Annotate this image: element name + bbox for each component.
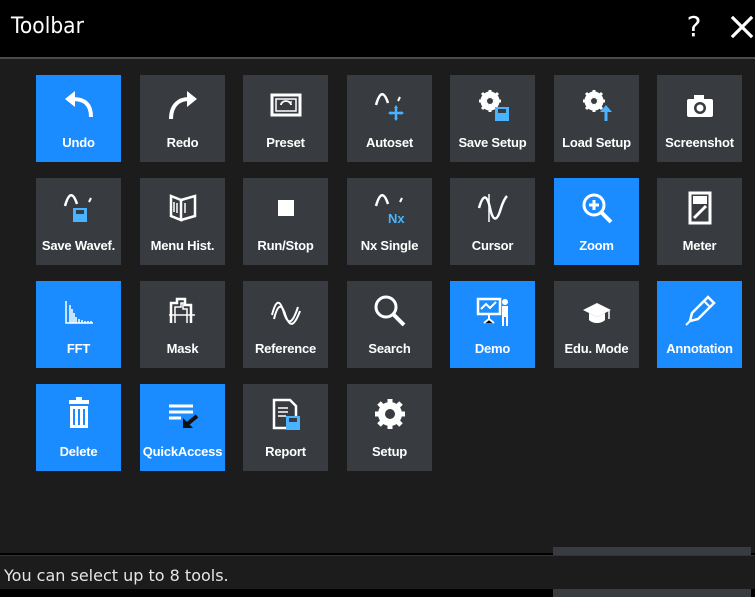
tool-load-setup-button[interactable]: Load Setup xyxy=(554,75,639,162)
title-bar: Toolbar ? xyxy=(0,0,755,59)
fft-icon xyxy=(36,281,121,337)
pencil-icon xyxy=(657,281,742,337)
tool-cursor-button[interactable]: Cursor xyxy=(450,178,535,265)
tool-label: Edu. Mode xyxy=(564,341,629,356)
preset-icon xyxy=(243,75,328,131)
tool-label: Annotation xyxy=(666,341,733,356)
tool-label: Redo xyxy=(166,135,199,150)
tool-undo-button[interactable]: Undo xyxy=(36,75,121,162)
tool-delete-button[interactable]: Delete xyxy=(36,384,121,471)
tool-fft-button[interactable]: FFT xyxy=(36,281,121,368)
stop-icon xyxy=(243,178,328,234)
tool-search-button[interactable]: Search xyxy=(347,281,432,368)
tool-mask-button[interactable]: Mask xyxy=(140,281,225,368)
tool-save-setup-button[interactable]: Save Setup xyxy=(450,75,535,162)
tool-label: Demo xyxy=(474,341,511,356)
tool-label: Menu Hist. xyxy=(150,238,215,253)
zoom-icon xyxy=(554,178,639,234)
redo-icon xyxy=(140,75,225,131)
tool-label: Cursor xyxy=(471,238,514,253)
tool-run-stop-button[interactable]: Run/Stop xyxy=(243,178,328,265)
tool-zoom-button[interactable]: Zoom xyxy=(554,178,639,265)
tool-label: Preset xyxy=(266,135,305,150)
tool-setup-button[interactable]: Setup xyxy=(347,384,432,471)
tool-report-button[interactable]: Report xyxy=(243,384,328,471)
mask-icon xyxy=(140,281,225,337)
tool-label: Reference xyxy=(254,341,317,356)
tool-label: Meter xyxy=(682,238,717,253)
tool-label: Mask xyxy=(166,341,199,356)
tool-quickaccess-button[interactable]: QuickAccess xyxy=(140,384,225,471)
tool-save-wavef-button[interactable]: Save Wavef. xyxy=(36,178,121,265)
tool-label: Run/Stop xyxy=(257,238,314,253)
tool-label: Load Setup xyxy=(562,135,631,150)
gear-icon xyxy=(347,384,432,440)
save-waveform-icon xyxy=(36,178,121,234)
tool-label: Nx Single xyxy=(360,238,419,253)
help-button[interactable]: ? xyxy=(682,10,706,44)
load-setup-icon xyxy=(554,75,639,131)
reference-icon xyxy=(243,281,328,337)
svg-text:Nx: Nx xyxy=(388,211,405,226)
tool-label: Autoset xyxy=(366,135,413,150)
autoset-icon xyxy=(347,75,432,131)
tool-reference-button[interactable]: Reference xyxy=(243,281,328,368)
cursor-icon xyxy=(450,178,535,234)
tool-annotation-button[interactable]: Annotation xyxy=(657,281,742,368)
tool-autoset-button[interactable]: Autoset xyxy=(347,75,432,162)
tool-label: Report xyxy=(265,444,306,459)
save-setup-icon xyxy=(450,75,535,131)
tool-meter-button[interactable]: Meter xyxy=(657,178,742,265)
tool-label: Save Setup xyxy=(458,135,527,150)
graduation-cap-icon xyxy=(554,281,639,337)
nx-single-icon: Nx xyxy=(347,178,432,234)
tool-demo-button[interactable]: Demo xyxy=(450,281,535,368)
search-icon xyxy=(347,281,432,337)
tool-label: Undo xyxy=(62,135,95,150)
tool-redo-button[interactable]: Redo xyxy=(140,75,225,162)
demo-icon xyxy=(450,281,535,337)
trash-icon xyxy=(36,384,121,440)
tool-label: QuickAccess xyxy=(142,444,223,459)
tool-label: Setup xyxy=(371,444,408,459)
menu-history-icon xyxy=(140,178,225,234)
tool-screenshot-button[interactable]: Screenshot xyxy=(657,75,742,162)
tool-edu-mode-button[interactable]: Edu. Mode xyxy=(554,281,639,368)
tool-label: Screenshot xyxy=(665,135,734,150)
close-icon[interactable] xyxy=(727,12,755,42)
toolbar-panel: Undo Redo Preset Autoset Save Setup Load Setu… xyxy=(0,59,755,597)
tool-label: Save Wavef. xyxy=(41,238,116,253)
report-icon xyxy=(243,384,328,440)
camera-icon xyxy=(657,75,742,131)
undo-icon xyxy=(36,75,121,131)
window-title: Toolbar xyxy=(11,14,84,39)
status-bar: You can select up to 8 tools. xyxy=(0,555,755,589)
meter-icon xyxy=(657,178,742,234)
tool-label: Search xyxy=(368,341,411,356)
tool-label: Delete xyxy=(59,444,98,459)
quick-access-icon xyxy=(140,384,225,440)
tool-label: Zoom xyxy=(579,238,614,253)
tool-label: FFT xyxy=(66,341,91,356)
status-text: You can select up to 8 tools. xyxy=(4,566,229,585)
tool-preset-button[interactable]: Preset xyxy=(243,75,328,162)
tool-menu-hist-button[interactable]: Menu Hist. xyxy=(140,178,225,265)
tool-nx-single-button[interactable]: Nx Nx Single xyxy=(347,178,432,265)
